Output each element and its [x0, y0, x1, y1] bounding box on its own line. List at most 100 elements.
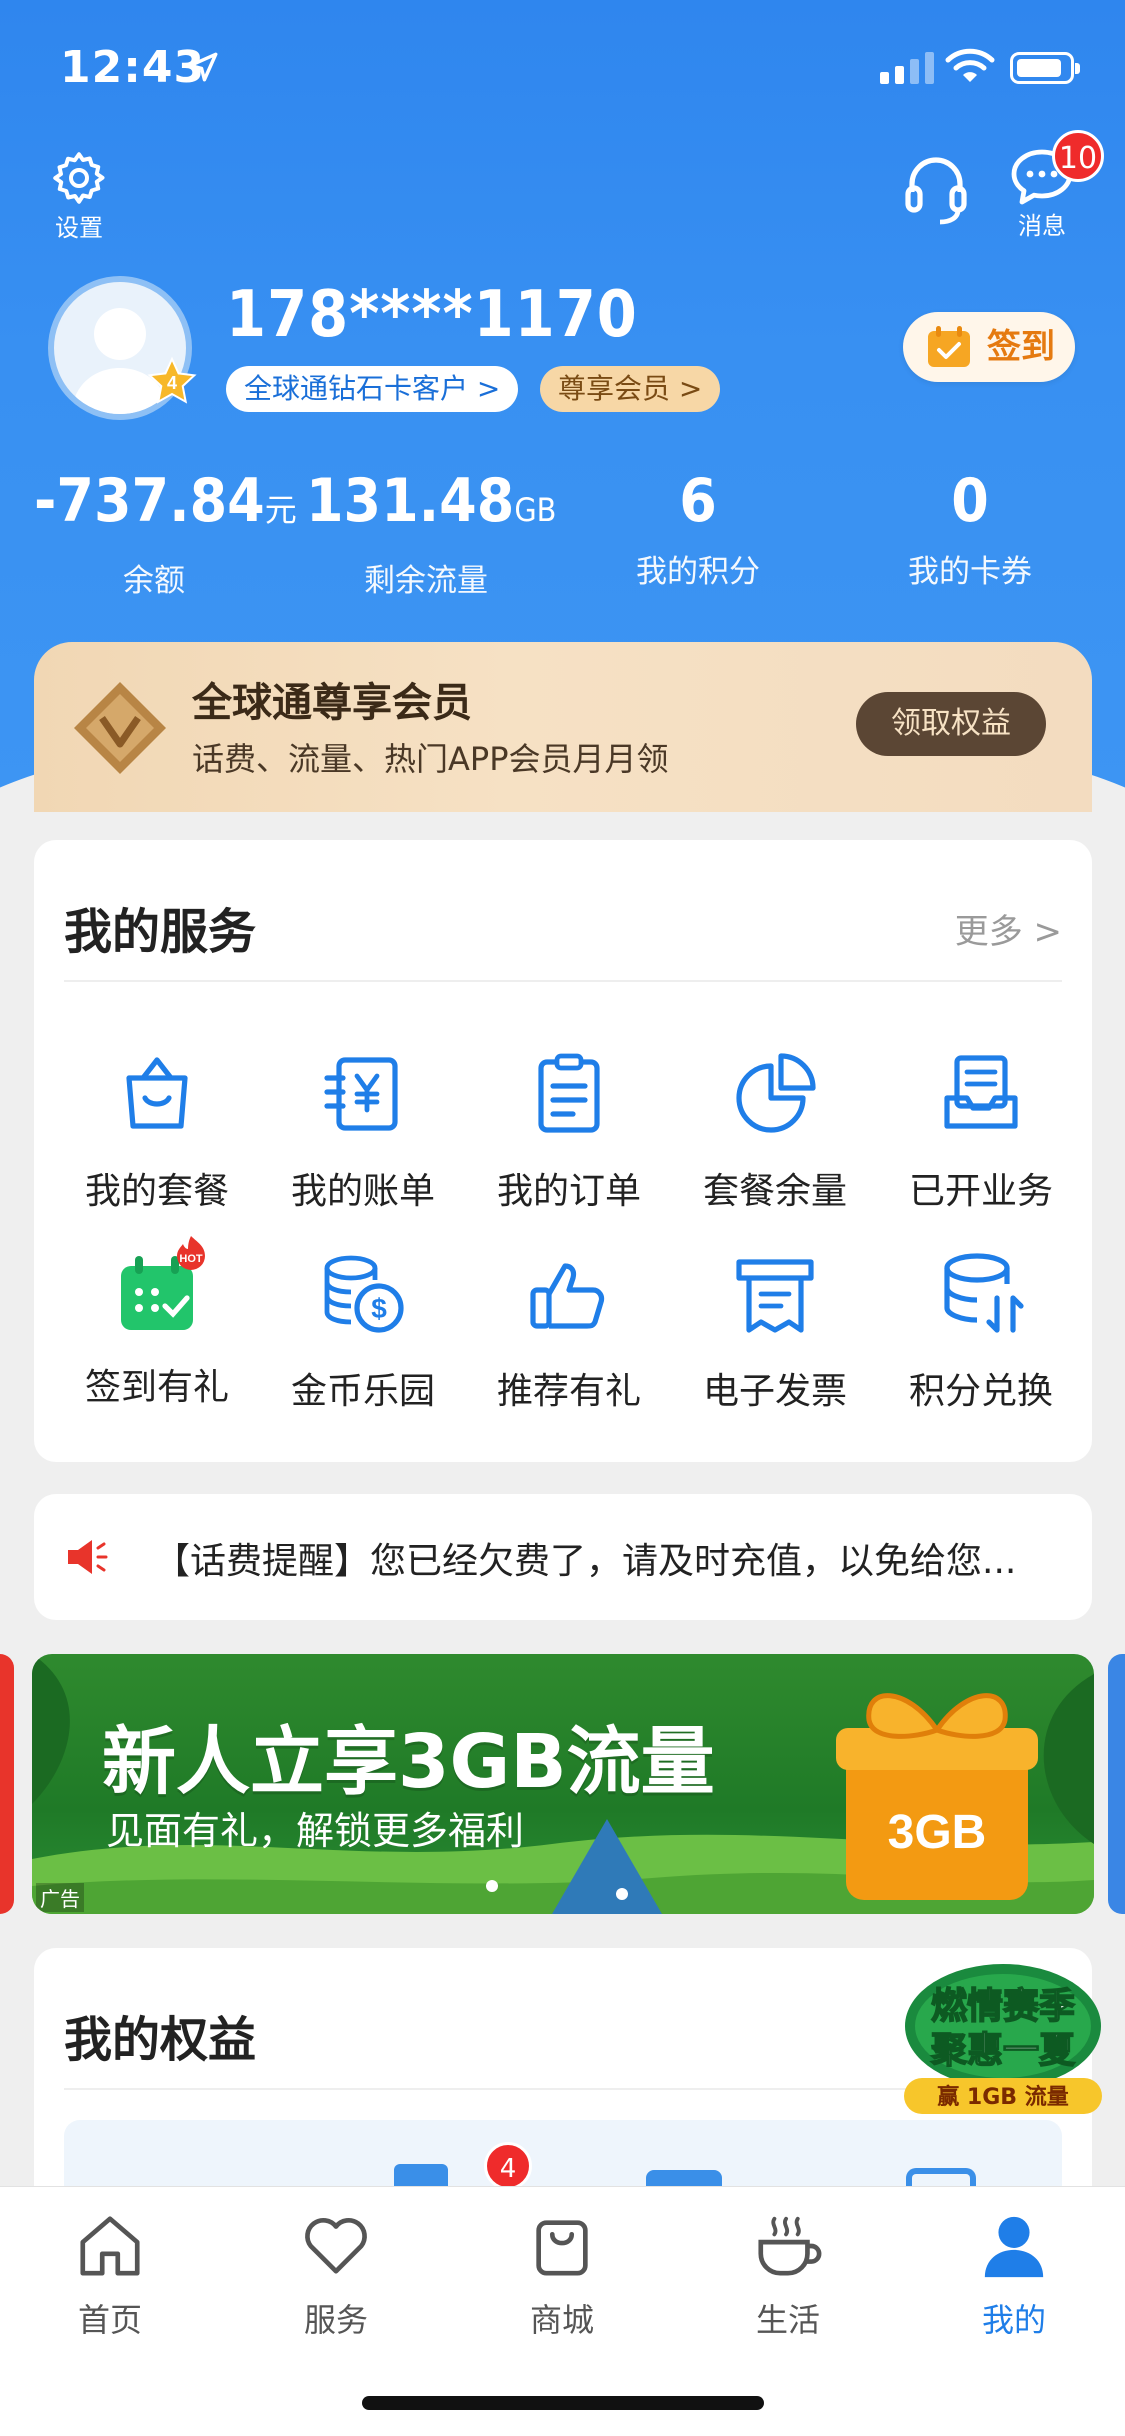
signin-label: 签到 — [987, 327, 1055, 367]
service-label: 电子发票 — [702, 1371, 847, 1412]
service-my-bill[interactable]: 我的账单 — [260, 1050, 466, 1214]
my-services-card: 我的服务 更多 > 我的套餐 我的账单 我的订单 套餐余量 已开业务 HOT 签… — [34, 840, 1092, 1462]
carousel-next-peek — [1108, 1654, 1125, 1914]
balance-value: -737.84 — [34, 466, 265, 536]
rights-badge: 4 — [484, 2142, 532, 2190]
tab-home[interactable]: 首页 — [40, 2211, 180, 2341]
balance-unit: 元 — [264, 491, 297, 529]
stat-balance[interactable]: -737.84元 余额 — [34, 462, 297, 600]
service-points-exchange[interactable]: 积分兑换 — [878, 1250, 1084, 1414]
customer-tier-badge[interactable]: 全球通钻石卡客户 > — [226, 366, 519, 412]
promo-line1: 燃情赛季 — [931, 1986, 1075, 2027]
divider — [64, 980, 1062, 982]
coupons-label: 我的卡券 — [908, 554, 1032, 590]
service-label: 我的套餐 — [84, 1171, 229, 1212]
rights-title: 我的权益 — [64, 2012, 257, 2068]
service-signin-gift[interactable]: HOT 签到有礼 — [54, 1236, 260, 1410]
svg-text:$: $ — [371, 1293, 387, 1324]
promo-line3: 赢 1GB 流量 — [937, 2084, 1068, 2110]
points-value: 6 — [679, 466, 717, 536]
thumbs-up-icon — [530, 1263, 605, 1329]
data-remaining-label: 剩余流量 — [364, 563, 488, 599]
pie-chart-icon — [736, 1053, 816, 1133]
home-indicator — [362, 2396, 764, 2410]
settings-button[interactable]: 设置 — [44, 148, 114, 243]
tab-life[interactable]: 生活 — [718, 2211, 858, 2341]
tab-mall[interactable]: 商城 — [492, 2211, 632, 2341]
services-more-link[interactable]: 更多 > — [955, 904, 1062, 953]
coins-icon: $ — [324, 1255, 404, 1333]
vip-subtitle: 话费、流量、热门APP会员月月领 — [192, 740, 669, 778]
wifi-icon — [945, 48, 995, 82]
ad-tag: 广告 — [36, 1883, 84, 1912]
signin-button[interactable]: 签到 — [903, 312, 1075, 382]
hot-badge-text: HOT — [179, 1253, 203, 1265]
bill-yen-icon — [324, 1057, 398, 1131]
customer-service-headset-icon[interactable] — [902, 152, 970, 228]
ad-banner[interactable]: 新人立享3GB流量 见面有礼，解锁更多福利 3GB 广告 — [32, 1654, 1094, 1914]
hot-badge-icon: HOT — [177, 1236, 205, 1270]
data-remaining-unit: GB — [514, 491, 557, 529]
gear-icon — [53, 152, 105, 204]
location-arrow-icon — [188, 52, 218, 82]
gift-label: 3GB — [888, 1806, 987, 1859]
shopping-bag-icon — [536, 2220, 588, 2276]
service-my-orders[interactable]: 我的订单 — [466, 1050, 672, 1214]
home-icon — [80, 2216, 140, 2276]
service-label: 已开业务 — [908, 1171, 1053, 1212]
claim-benefits-button[interactable]: 领取权益 — [856, 692, 1046, 756]
vip-title: 全球通尊享会员 — [192, 680, 472, 726]
service-coin-park[interactable]: $ 金币乐园 — [260, 1250, 466, 1414]
gift-box-icon: 3GB — [836, 1693, 1038, 1900]
phone-number: 178****1170 — [226, 278, 638, 352]
billing-notice-bar[interactable]: 【话费提醒】您已经欠费了，请及时充值，以免给您... — [34, 1494, 1092, 1620]
service-e-invoice[interactable]: 电子发票 — [672, 1250, 878, 1414]
points-label: 我的积分 — [636, 554, 760, 590]
coffee-cup-icon — [758, 2216, 822, 2276]
service-label: 签到有礼 — [84, 1367, 229, 1408]
tab-mine[interactable]: 我的 — [944, 2211, 1084, 2341]
service-label: 我的订单 — [496, 1171, 641, 1212]
service-referral-gift[interactable]: 推荐有礼 — [466, 1250, 672, 1414]
points-exchange-icon — [944, 1253, 1024, 1333]
speaker-icon — [68, 1540, 108, 1574]
cellular-signal-icon — [880, 52, 934, 84]
battery-icon — [1010, 52, 1080, 84]
tab-label: 服务 — [303, 2301, 368, 2339]
services-title: 我的服务 — [64, 904, 257, 960]
notice-text: 【话费提醒】您已经欠费了，请及时充值，以免给您... — [154, 1541, 1017, 1582]
stat-data-remaining[interactable]: 131.48GB 剩余流量 — [306, 462, 556, 600]
service-label: 金币乐园 — [290, 1371, 435, 1412]
settings-label: 设置 — [55, 214, 103, 242]
ad-title: 新人立享3GB流量 — [102, 1719, 715, 1805]
service-label: 我的账单 — [290, 1171, 435, 1212]
tab-label: 首页 — [77, 2301, 142, 2339]
service-plan-balance[interactable]: 套餐余量 — [672, 1050, 878, 1214]
receipt-icon — [736, 1259, 814, 1333]
avatar-level: 4 — [167, 373, 177, 393]
user-icon — [984, 2216, 1044, 2278]
coupons-value: 0 — [951, 466, 989, 536]
shopping-bag-icon — [126, 1057, 188, 1129]
clipboard-list-icon — [538, 1053, 600, 1133]
status-time: 12:43 — [60, 42, 206, 93]
heart-icon — [305, 2218, 367, 2274]
tab-label: 生活 — [755, 2301, 820, 2339]
tab-label: 我的 — [981, 2301, 1046, 2339]
inbox-tray-icon — [944, 1055, 1018, 1129]
floating-promo-badge[interactable]: 燃情赛季 聚惠一夏 赢 1GB 流量 — [896, 1956, 1110, 2120]
vip-banner[interactable]: 全球通尊享会员 话费、流量、热门APP会员月月领 领取权益 — [34, 642, 1092, 812]
stat-coupons[interactable]: 0 我的卡券 — [850, 462, 1090, 591]
promo-emblem-icon: 燃情赛季 聚惠一夏 赢 1GB 流量 — [904, 1964, 1102, 2114]
member-tier-badge[interactable]: 尊享会员 > — [540, 366, 721, 412]
tab-label: 商城 — [529, 2301, 594, 2339]
tab-services[interactable]: 服务 — [266, 2211, 406, 2341]
balance-label: 余额 — [123, 563, 185, 599]
service-label: 推荐有礼 — [496, 1371, 641, 1412]
stat-points[interactable]: 6 我的积分 — [578, 462, 818, 591]
service-active-business[interactable]: 已开业务 — [878, 1050, 1084, 1214]
diamond-emblem-icon — [74, 682, 166, 774]
promo-line2: 聚惠一夏 — [930, 2030, 1076, 2071]
service-my-plan[interactable]: 我的套餐 — [54, 1050, 260, 1214]
ad-subtitle: 见面有礼，解锁更多福利 — [106, 1809, 525, 1853]
